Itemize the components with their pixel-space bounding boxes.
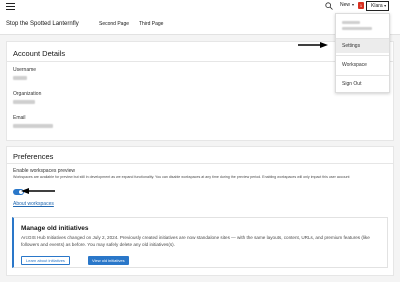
user-email-redacted	[342, 27, 372, 30]
user-menu-button[interactable]: Klara ▾	[366, 1, 389, 11]
notice-title: Manage old initiatives	[21, 225, 89, 232]
enable-workspaces-label: Enable workspaces preview	[13, 168, 75, 174]
username-label: Username	[13, 67, 37, 73]
arrow-right-icon	[298, 42, 328, 48]
notification-badge[interactable]: 1	[358, 2, 364, 9]
preferences-title: Preferences	[13, 152, 54, 161]
email-label: Email	[13, 115, 26, 121]
top-bar: New ▾ 1 Klara ▾	[0, 0, 400, 13]
email-value-redacted	[13, 124, 53, 128]
organization-value-redacted	[13, 100, 35, 104]
arrow-left-icon	[21, 188, 55, 194]
new-label: New	[340, 2, 351, 8]
nav-link-third-page[interactable]: Third Page	[139, 21, 163, 27]
user-dropdown-menu: Settings Workspace Sign Out	[335, 13, 390, 93]
learn-about-initiatives-button[interactable]: Learn about initiatives	[21, 256, 70, 265]
menu-item-settings[interactable]: Settings	[336, 39, 389, 53]
divider	[7, 163, 393, 164]
menu-separator	[336, 75, 389, 76]
site-title[interactable]: Stop the Spotted Lanternfly	[6, 21, 79, 27]
user-label: Klara	[371, 3, 383, 9]
manage-initiatives-notice: Manage old initiatives ArcGIS Hub Initia…	[12, 217, 388, 268]
search-icon[interactable]	[325, 2, 333, 10]
organization-label: Organization	[13, 91, 42, 97]
new-button[interactable]: New ▾	[340, 2, 354, 8]
menu-item-sign-out[interactable]: Sign Out	[336, 78, 389, 90]
view-old-initiatives-button[interactable]: View old initiatives	[88, 256, 129, 265]
notice-body: ArcGIS Hub Initiatives changed on July 2…	[21, 235, 370, 247]
chevron-down-icon: ▾	[384, 3, 387, 8]
chevron-down-icon: ▾	[352, 2, 355, 7]
menu-separator	[336, 55, 389, 56]
account-details-title: Account Details	[13, 49, 66, 58]
username-value-redacted	[13, 76, 27, 80]
menu-item-workspace[interactable]: Workspace	[336, 59, 389, 71]
about-workspaces-link[interactable]: About workspaces	[13, 201, 54, 207]
nav-link-second-page[interactable]: Second Page	[99, 21, 129, 27]
menu-icon[interactable]	[6, 3, 15, 10]
user-name-redacted	[342, 21, 360, 24]
workspaces-description: Workspaces are available for preview but…	[13, 175, 350, 179]
